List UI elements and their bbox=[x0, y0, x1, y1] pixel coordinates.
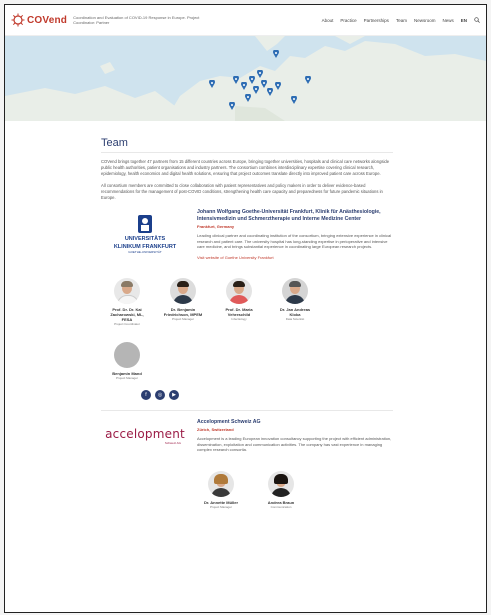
map-pin-icon[interactable] bbox=[253, 86, 259, 94]
member-role: Communication bbox=[270, 505, 292, 510]
nav-about[interactable]: About bbox=[322, 18, 334, 23]
partner-details: Accelopment Schweiz AG Zürich, Switzerla… bbox=[197, 419, 393, 453]
team-member-card[interactable]: Dr. Annette Müller Project Manager bbox=[201, 471, 241, 509]
map-pin-icon[interactable] bbox=[209, 80, 215, 88]
team-member-card[interactable]: Prof. Dr. Maria Vehreschild Infectiology bbox=[219, 277, 259, 326]
member-role: Project Coordinator bbox=[114, 321, 140, 326]
member-role: Project Manager bbox=[209, 505, 232, 510]
nav-team[interactable]: Team bbox=[396, 18, 407, 23]
partner-logo[interactable]: accelopment Schweiz AG bbox=[101, 419, 189, 453]
avatar bbox=[226, 277, 252, 304]
member-role: Project Manager bbox=[115, 375, 138, 380]
page-frame: COVend Coordination and Evaluation of CO… bbox=[4, 4, 487, 613]
site-tagline: Coordination and Evaluation of COVID-19 … bbox=[73, 15, 200, 25]
member-role: Project Manager bbox=[171, 316, 194, 321]
instagram-icon[interactable]: ◎ bbox=[155, 389, 165, 400]
intro-paragraph-2: All consortium members are committed to … bbox=[101, 183, 383, 200]
site-logo[interactable]: COVend bbox=[11, 13, 67, 27]
member-name: Prof. Dr. Maria Vehreschild bbox=[225, 306, 253, 317]
partner-location: Frankfurt, Germany bbox=[197, 224, 235, 229]
map-pin-icon[interactable] bbox=[291, 96, 297, 104]
covend-logo-icon bbox=[11, 13, 25, 27]
team-member-card[interactable]: Benjamin Mand Project Manager bbox=[107, 341, 147, 380]
language-switcher[interactable]: EN bbox=[461, 18, 467, 23]
map-pin-icon[interactable] bbox=[275, 82, 281, 90]
page-title: Team bbox=[101, 137, 393, 153]
partner-name: Johann Wolfgang Goethe-Universität Frank… bbox=[197, 209, 381, 222]
map-pin-icon[interactable] bbox=[267, 88, 273, 96]
partner-description: Accelopment is a leading European innova… bbox=[197, 436, 392, 453]
map-pin-icon[interactable] bbox=[229, 102, 235, 110]
partner-name: Accelopment Schweiz AG bbox=[197, 418, 261, 425]
member-role: Infectiology bbox=[231, 316, 247, 321]
partner-card-accelopment: accelopment Schweiz AG Accelopment Schwe… bbox=[101, 419, 393, 453]
main-content: Team COVend brings together 47 partners … bbox=[5, 121, 486, 509]
map-pin-icon[interactable] bbox=[257, 70, 263, 78]
nav-practice[interactable]: Practice bbox=[340, 18, 356, 23]
section-divider bbox=[101, 409, 393, 411]
search-icon[interactable] bbox=[474, 17, 480, 23]
nav-news[interactable]: News bbox=[442, 18, 453, 23]
partner-card-frankfurt: UNIVERSITÄTS KLINIKUM FRANKFURT GOETHE-U… bbox=[101, 209, 393, 260]
team-member-card[interactable]: Dr. Benjamin Friedrichson, MPEM Project … bbox=[163, 277, 203, 326]
goethe-seal-icon bbox=[138, 215, 152, 234]
partner-location: Zürich, Switzerland bbox=[197, 427, 234, 433]
team-members-frankfurt: Prof. Dr. Dr. Kai Zacharowski, ML, FESA … bbox=[107, 277, 327, 380]
member-name: Dr. Jan Andreas Kloka bbox=[279, 306, 311, 317]
avatar bbox=[170, 277, 196, 304]
team-member-card[interactable]: Prof. Dr. Dr. Kai Zacharowski, ML, FESA … bbox=[107, 277, 147, 326]
team-members-accelopment: Dr. Annette Müller Project Manager Andre… bbox=[201, 471, 486, 509]
map-pin-icon[interactable] bbox=[233, 76, 239, 84]
avatar bbox=[282, 277, 308, 304]
member-role: Data Scientist bbox=[285, 316, 305, 321]
accelopment-logo: accelopment bbox=[105, 426, 185, 441]
map-pin-icon[interactable] bbox=[245, 94, 251, 102]
partner-details: Johann Wolfgang Goethe-Universität Frank… bbox=[197, 209, 393, 260]
youtube-icon[interactable]: ▶ bbox=[169, 389, 179, 400]
avatar bbox=[114, 277, 140, 304]
main-nav: About Practice Partnerships Team Newsroo… bbox=[322, 17, 480, 23]
partner-description: Leading clinical partner and coordinatin… bbox=[197, 233, 392, 250]
member-name: Dr. Benjamin Friedrichson, MPEM bbox=[163, 306, 203, 317]
map-pin-icon[interactable] bbox=[273, 50, 279, 58]
map-pin-icon[interactable] bbox=[261, 80, 267, 88]
team-member-card[interactable]: Andrea Braun Communication bbox=[261, 471, 301, 509]
europe-map[interactable] bbox=[5, 36, 486, 121]
site-header: COVend Coordination and Evaluation of CO… bbox=[5, 5, 486, 36]
team-member-card[interactable]: Dr. Jan Andreas Kloka Data Scientist bbox=[275, 277, 315, 326]
intro-paragraph: COVend brings together 47 partners from … bbox=[101, 159, 390, 176]
avatar bbox=[268, 471, 294, 498]
uni-logo-sub: GOETHE-UNIVERSITÄT bbox=[128, 250, 162, 255]
facebook-icon[interactable]: f bbox=[141, 389, 151, 400]
accelopment-logo-sub: Schweiz AG bbox=[164, 440, 181, 445]
map-pin-icon[interactable] bbox=[241, 82, 247, 90]
member-name: Prof. Dr. Dr. Kai Zacharowski, ML, FESA bbox=[110, 306, 144, 322]
nav-newsroom[interactable]: Newsroom bbox=[414, 18, 436, 23]
avatar bbox=[208, 471, 234, 498]
social-links: f ◎ ▶ bbox=[141, 389, 486, 400]
avatar-placeholder bbox=[114, 341, 140, 368]
logo-text: COVend bbox=[27, 14, 68, 26]
partner-logo[interactable]: UNIVERSITÄTS KLINIKUM FRANKFURT GOETHE-U… bbox=[101, 209, 189, 260]
map-background bbox=[5, 36, 486, 121]
map-pin-icon[interactable] bbox=[305, 76, 311, 84]
uni-logo-line1: UNIVERSITÄTS bbox=[124, 236, 166, 243]
partner-website-link[interactable]: Visit website of Goethe University Frank… bbox=[197, 255, 393, 260]
map-pin-icon[interactable] bbox=[249, 76, 255, 84]
nav-partnerships[interactable]: Partnerships bbox=[364, 18, 389, 23]
